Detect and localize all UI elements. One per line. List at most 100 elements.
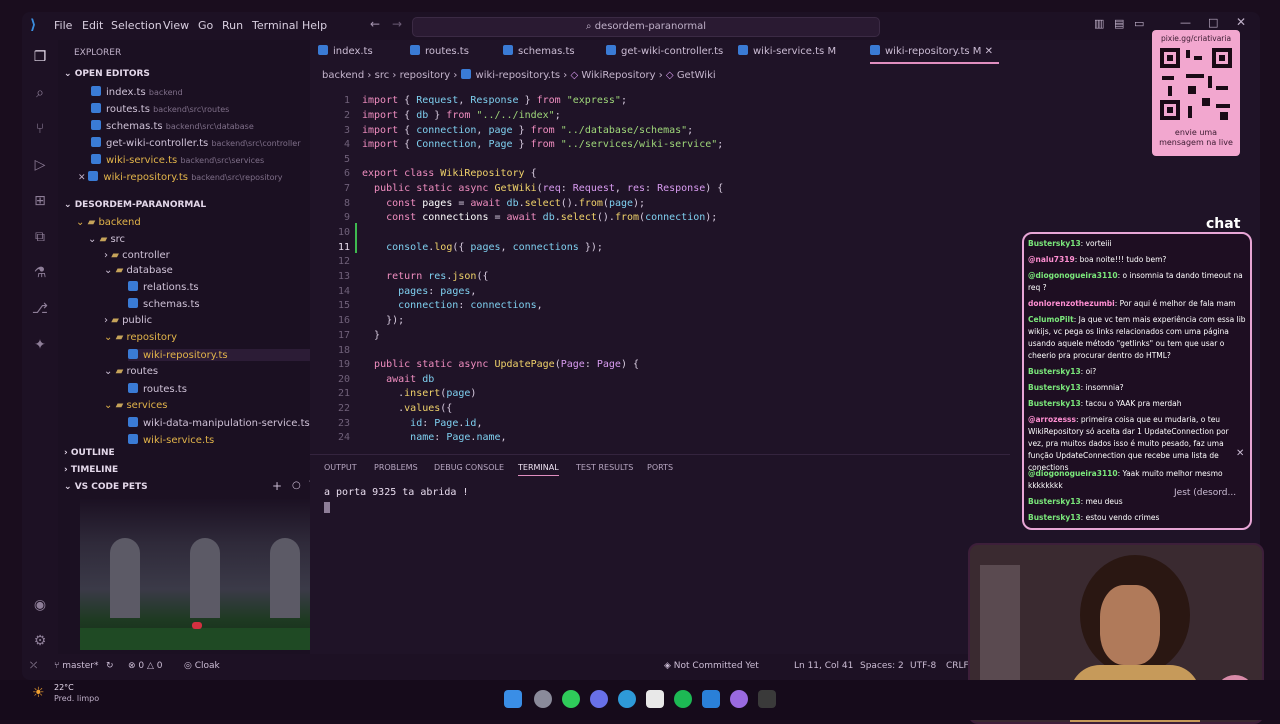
tree-file-relations[interactable]: relations.ts [128, 281, 199, 293]
menu-run[interactable]: Run [222, 19, 243, 32]
open-editor-item[interactable]: index.ts backend [91, 86, 183, 98]
tree-folder-public[interactable]: › ▰ public [104, 315, 152, 326]
breadcrumb-item[interactable]: backend [322, 70, 364, 81]
layout-icon[interactable]: ▥ [1094, 17, 1104, 30]
code-line[interactable]: pages: pages, [362, 286, 476, 297]
code-line[interactable]: name: Page.name, [362, 432, 506, 443]
close-window-icon[interactable]: ✕ [1236, 15, 1246, 29]
pets-header[interactable]: ⌄ VS CODE PETS [64, 482, 148, 492]
code-line[interactable]: import { Connection, Page } from "../ser… [362, 139, 723, 150]
open-editor-item[interactable]: schemas.ts backend\src\database [91, 120, 254, 132]
tree-folder-repository[interactable]: ⌄ ▰ repository [104, 332, 177, 343]
code-line[interactable]: const pages = await db.select().from(pag… [362, 198, 645, 209]
discord-icon[interactable] [590, 690, 608, 708]
code-line[interactable]: id: Page.id, [362, 418, 482, 429]
copilot-icon[interactable]: ✦ [31, 336, 49, 354]
menu-file[interactable]: File [54, 19, 72, 32]
jest-indicator[interactable]: Jest (desord... [1174, 488, 1236, 498]
line-ending[interactable]: CRLF [946, 661, 969, 671]
weather-temp[interactable]: 22°C [54, 683, 74, 692]
terminal-app-icon[interactable] [758, 690, 776, 708]
tab-routes[interactable]: routes.ts [410, 40, 469, 64]
sync-icon[interactable]: ↻ [106, 661, 114, 671]
account-icon[interactable]: ◉ [31, 596, 49, 614]
code-line[interactable]: connection: connections, [362, 300, 543, 311]
code-line[interactable]: import { Request, Response } from "expre… [362, 95, 627, 106]
testing-icon[interactable]: ⚗ [31, 264, 49, 282]
cloak-button[interactable]: ◎ Cloak [184, 661, 220, 671]
open-editor-item[interactable]: get-wiki-controller.ts backend\src\contr… [91, 137, 300, 149]
source-control-icon[interactable]: ⑂ [31, 120, 49, 138]
timeline-header[interactable]: › TIMELINE [64, 465, 118, 475]
cursor-position[interactable]: Ln 11, Col 41 [794, 661, 853, 671]
forward-arrow-icon[interactable]: → [392, 17, 402, 31]
weather-desc[interactable]: Pred. limpo [54, 694, 99, 703]
tab-wiki-repository[interactable]: wiki-repository.ts M ✕ [870, 40, 999, 64]
settings-gear-icon[interactable]: ⚙ [31, 632, 49, 650]
tab-get-wiki-controller[interactable]: get-wiki-controller.ts [606, 40, 723, 64]
open-editor-item[interactable]: routes.ts backend\src\routes [91, 103, 229, 115]
breadcrumb-item[interactable]: repository [400, 70, 451, 81]
menu-help[interactable]: Help [302, 19, 327, 32]
tab-schemas[interactable]: schemas.ts [503, 40, 575, 64]
menu-view[interactable]: View [163, 19, 189, 32]
vscode-taskbar-icon[interactable] [702, 690, 720, 708]
code-line[interactable]: public static async UpdatePage(Page: Pag… [362, 359, 639, 370]
code-line[interactable]: await db [362, 374, 434, 385]
code-line[interactable]: import { db } from "../../index"; [362, 110, 561, 121]
remote-indicator-icon[interactable]: ⤫ [30, 661, 37, 671]
outline-header[interactable]: › OUTLINE [64, 448, 115, 458]
git-graph-icon[interactable]: ⎇ [31, 300, 49, 318]
chrome-icon[interactable] [534, 690, 552, 708]
tree-file-routes[interactable]: routes.ts [128, 383, 187, 395]
tree-file-wiki-data-manipulation[interactable]: wiki-data-manipulation-service.ts [128, 417, 310, 429]
branch-indicator[interactable]: ⑂ master* [54, 661, 99, 671]
breadcrumb-item[interactable]: GetWiki [677, 70, 716, 81]
code-line[interactable]: }); [362, 315, 404, 326]
extensions-icon[interactable]: ⊞ [31, 192, 49, 210]
code-line[interactable]: console.log({ pages, connections }); [362, 242, 603, 253]
encoding[interactable]: UTF-8 [910, 661, 936, 671]
app-icon[interactable] [730, 690, 748, 708]
ball-icon[interactable]: ○ [292, 480, 301, 491]
notion-icon[interactable] [646, 690, 664, 708]
code-line[interactable]: export class WikiRepository { [362, 168, 537, 179]
minimize-icon[interactable]: — [1180, 16, 1191, 29]
panel-tab-terminal[interactable]: TERMINAL [518, 463, 559, 476]
menu-terminal[interactable]: Terminal [252, 19, 299, 32]
close-tab-icon[interactable]: ✕ [985, 46, 993, 57]
indentation[interactable]: Spaces: 2 [860, 661, 904, 671]
problems-indicator[interactable]: ⊗ 0 △ 0 [128, 661, 163, 671]
breadcrumb-item[interactable]: WikiRepository [581, 70, 655, 81]
code-line[interactable]: } [362, 330, 380, 341]
spotify-icon[interactable] [674, 690, 692, 708]
add-pet-icon[interactable]: + [272, 479, 282, 493]
code-line[interactable]: .values({ [362, 403, 452, 414]
code-line[interactable]: import { connection, page } from "../dat… [362, 125, 693, 136]
panel-toggle-icon[interactable]: ▭ [1134, 17, 1144, 30]
run-debug-icon[interactable]: ▷ [31, 156, 49, 174]
windows-start-icon[interactable] [504, 690, 522, 708]
open-editor-item[interactable]: wiki-service.ts backend\src\services [91, 154, 264, 166]
tree-file-schemas[interactable]: schemas.ts [128, 298, 200, 310]
explorer-icon[interactable]: ❐ [31, 48, 49, 66]
close-popup-icon[interactable]: ✕ [1236, 448, 1244, 459]
breadcrumb-item[interactable]: src [375, 70, 390, 81]
project-header[interactable]: ⌄ DESORDEM-PARANORMAL [64, 200, 206, 210]
panel-tab-test-results[interactable]: TEST RESULTS [576, 463, 633, 472]
tree-file-wiki-service[interactable]: wiki-service.ts [128, 434, 214, 446]
tab-index[interactable]: index.ts [318, 40, 373, 64]
code-line[interactable]: .insert(page) [362, 388, 476, 399]
panel-tab-ports[interactable]: PORTS [647, 463, 673, 472]
terminal-cursor[interactable] [324, 502, 330, 513]
tree-folder-database[interactable]: ⌄ ▰ database [104, 265, 173, 276]
tree-folder-controller[interactable]: › ▰ controller [104, 250, 170, 261]
tree-folder-src[interactable]: ⌄ ▰ src [88, 234, 125, 245]
panel-tab-debug-console[interactable]: DEBUG CONSOLE [434, 463, 504, 472]
breadcrumb-item[interactable]: wiki-repository.ts [476, 70, 561, 81]
code-line[interactable]: public static async GetWiki(req: Request… [362, 183, 723, 194]
code-line[interactable]: return res.json({ [362, 271, 488, 282]
open-editors-header[interactable]: ⌄ OPEN EDITORS [64, 69, 150, 79]
menu-edit[interactable]: Edit [82, 19, 103, 32]
command-center-search[interactable]: ⌕ desordem-paranormal [412, 17, 880, 37]
